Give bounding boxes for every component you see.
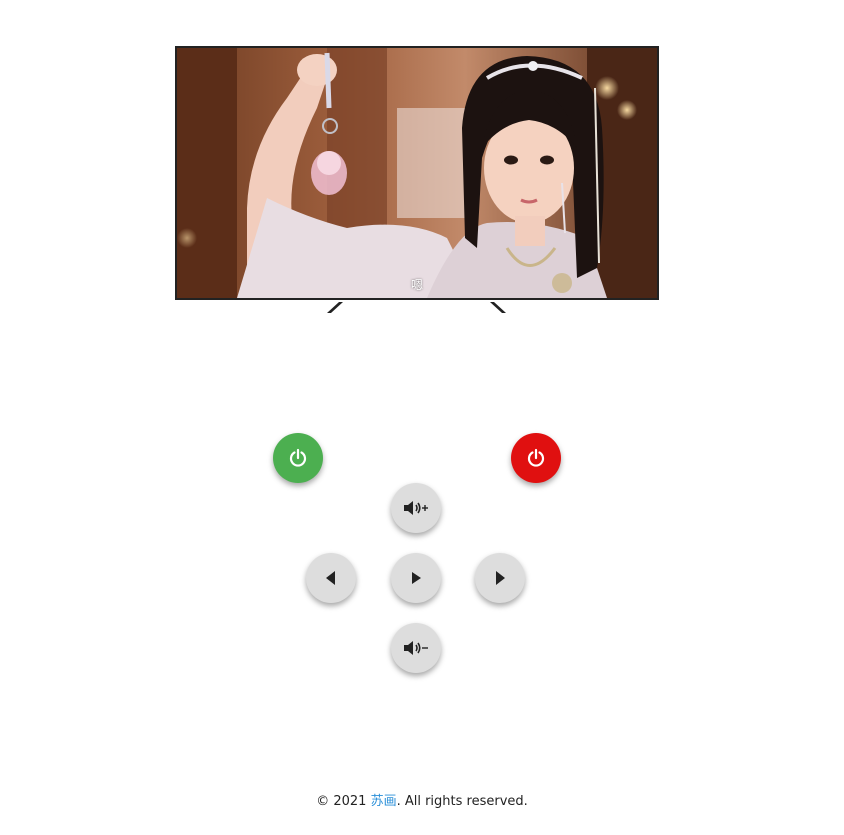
page: 嗯 © 2021 苏画. All rights reserved. xyxy=(0,0,844,835)
tv-right-leg xyxy=(490,302,506,313)
power-icon xyxy=(527,448,545,467)
footer: © 2021 苏画. All rights reserved. xyxy=(0,790,844,809)
triangle-left-icon xyxy=(326,571,335,585)
footer-copyright-prefix: © 2021 xyxy=(316,794,371,809)
volume-up-button[interactable] xyxy=(391,483,441,533)
tv-screen: 嗯 xyxy=(175,46,659,300)
previous-channel-button[interactable] xyxy=(306,553,356,603)
footer-copyright-suffix: . All rights reserved. xyxy=(396,794,528,809)
tv-left-leg xyxy=(327,302,343,313)
play-icon xyxy=(412,572,421,584)
power-icon xyxy=(289,448,307,467)
tv: 嗯 xyxy=(175,46,659,300)
volume-up-icon xyxy=(404,501,428,515)
next-channel-button[interactable] xyxy=(475,553,525,603)
power-off-button[interactable] xyxy=(511,433,561,483)
triangle-right-icon xyxy=(496,571,505,585)
volume-down-icon xyxy=(404,641,428,655)
play-button[interactable] xyxy=(391,553,441,603)
volume-down-button[interactable] xyxy=(391,623,441,673)
power-on-button[interactable] xyxy=(273,433,323,483)
tv-screen-image xyxy=(177,48,657,298)
footer-author-link[interactable]: 苏画 xyxy=(371,794,397,809)
tv-subtitle: 嗯 xyxy=(410,278,423,292)
